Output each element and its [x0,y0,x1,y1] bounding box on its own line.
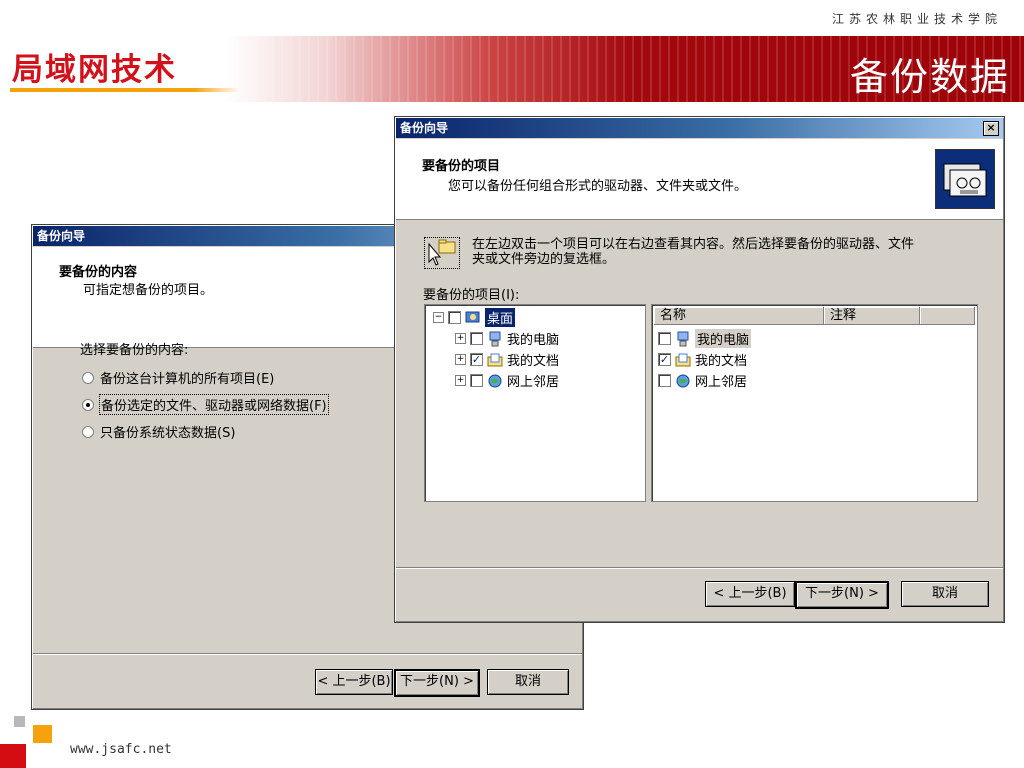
option-label: 备份选定的文件、驱动器或网络数据(F) [99,394,329,415]
button-separator [33,653,582,655]
radio-icon[interactable] [82,371,94,384]
tree-item-label: 我的文档 [507,354,560,369]
instruction-text: 在左边双击一个项目可以在右边查看其内容。然后选择要备份的驱动器、文件 夹或文件旁… [472,237,914,267]
network-icon [676,374,690,387]
checkbox[interactable] [448,311,461,324]
checkbox[interactable] [658,332,671,345]
option-backup-selected[interactable]: 备份选定的文件、驱动器或网络数据(F) [82,394,329,415]
course-logo-text: 局域网技术 [12,52,177,88]
expand-icon[interactable]: + [455,375,466,386]
backup-wizard-icon [935,149,995,209]
option-label: 备份这台计算机的所有项目(E) [100,372,275,387]
list-item-label: 网上邻居 [695,375,748,390]
documents-folder-icon [487,353,503,366]
expand-icon[interactable]: + [455,333,466,344]
column-header-empty [920,307,975,325]
tree-item-label: 网上邻居 [507,375,560,390]
backup-wizard-items-window: 备份向导 × 要备份的项目 您可以备份任何组合形式的驱动器、文件夹或文件。 在左… [394,116,1005,623]
items-tree-view[interactable]: − 桌面 + 我的电脑 + ✓ 我的文档 + 网上邻居 [424,304,646,502]
tree-item-my-computer[interactable]: + 我的电脑 [455,329,559,348]
radio-icon[interactable] [82,425,94,438]
checkbox-checked[interactable]: ✓ [658,353,671,366]
radio-selected-icon[interactable] [82,398,94,411]
computer-icon [489,331,501,346]
list-item-network[interactable]: 网上邻居 [658,371,747,390]
checkbox[interactable] [470,332,483,345]
network-icon [488,374,502,387]
column-header-name[interactable]: 名称 [654,307,824,325]
wizard-header-subtitle: 您可以备份任何组合形式的驱动器、文件夹或文件。 [448,179,748,194]
back-button[interactable]: < 上一步(B) [315,669,393,695]
next-button[interactable]: 下一步(N) > [795,581,889,609]
back-button[interactable]: < 上一步(B) [705,581,795,607]
desktop-icon [465,311,480,322]
tree-item-desktop[interactable]: − 桌面 [433,308,516,327]
documents-folder-icon [675,353,691,366]
items-label: 要备份的项目(I): [423,288,520,303]
footer-square-orange [33,725,52,743]
logo-underline [10,88,240,92]
computer-icon [677,331,689,346]
column-header-comment[interactable]: 注释 [824,307,920,325]
collapse-icon[interactable]: − [433,312,444,323]
next-button[interactable]: 下一步(N) > [394,669,480,697]
checkbox[interactable] [658,374,671,387]
wizard-header-title: 要备份的项目 [422,159,501,174]
expand-icon[interactable]: + [455,354,466,365]
checkbox-checked[interactable]: ✓ [470,353,483,366]
cancel-button[interactable]: 取消 [487,669,569,695]
list-item-label: 我的电脑 [695,329,752,348]
option-backup-all[interactable]: 备份这台计算机的所有项目(E) [82,368,274,387]
cancel-button[interactable]: 取消 [901,581,989,607]
tree-item-label: 桌面 [485,308,516,327]
button-separator [396,567,1003,569]
instruction-line: 在左边双击一个项目可以在右边查看其内容。然后选择要备份的驱动器、文件 [472,237,915,252]
footer-url: www.jsafc.net [70,742,172,757]
instruction-line: 夹或文件旁边的复选框。 [472,252,616,267]
school-name: 江苏农林职业技术学院 [831,12,1002,26]
slide-title: 备份数据 [849,55,1010,99]
list-item-label: 我的文档 [695,354,748,369]
wizard-header-title: 要备份的内容 [59,265,138,280]
footer-square-red [0,744,26,768]
footer-square-gray [14,716,25,727]
tree-item-label: 我的电脑 [507,333,560,348]
items-list-view[interactable]: 名称 注释 我的电脑 ✓ 我的文档 网上邻居 [651,304,978,502]
backup-content-prompt: 选择要备份的内容: [80,343,189,358]
tree-item-network[interactable]: + 网上邻居 [455,371,559,390]
option-label: 只备份系统状态数据(S) [100,426,236,441]
folder-pointer-icon [424,237,460,269]
close-icon[interactable]: × [983,121,999,136]
wizard-header: 要备份的项目 您可以备份任何组合形式的驱动器、文件夹或文件。 [396,139,1003,220]
wizard-header-subtitle: 可指定想备份的项目。 [83,283,214,298]
window-titlebar: 备份向导 [396,118,1003,138]
option-backup-system-state[interactable]: 只备份系统状态数据(S) [82,422,235,441]
list-item-my-computer[interactable]: 我的电脑 [658,329,752,348]
list-item-my-documents[interactable]: ✓ 我的文档 [658,350,747,369]
checkbox[interactable] [470,374,483,387]
tree-item-my-documents[interactable]: + ✓ 我的文档 [455,350,559,369]
